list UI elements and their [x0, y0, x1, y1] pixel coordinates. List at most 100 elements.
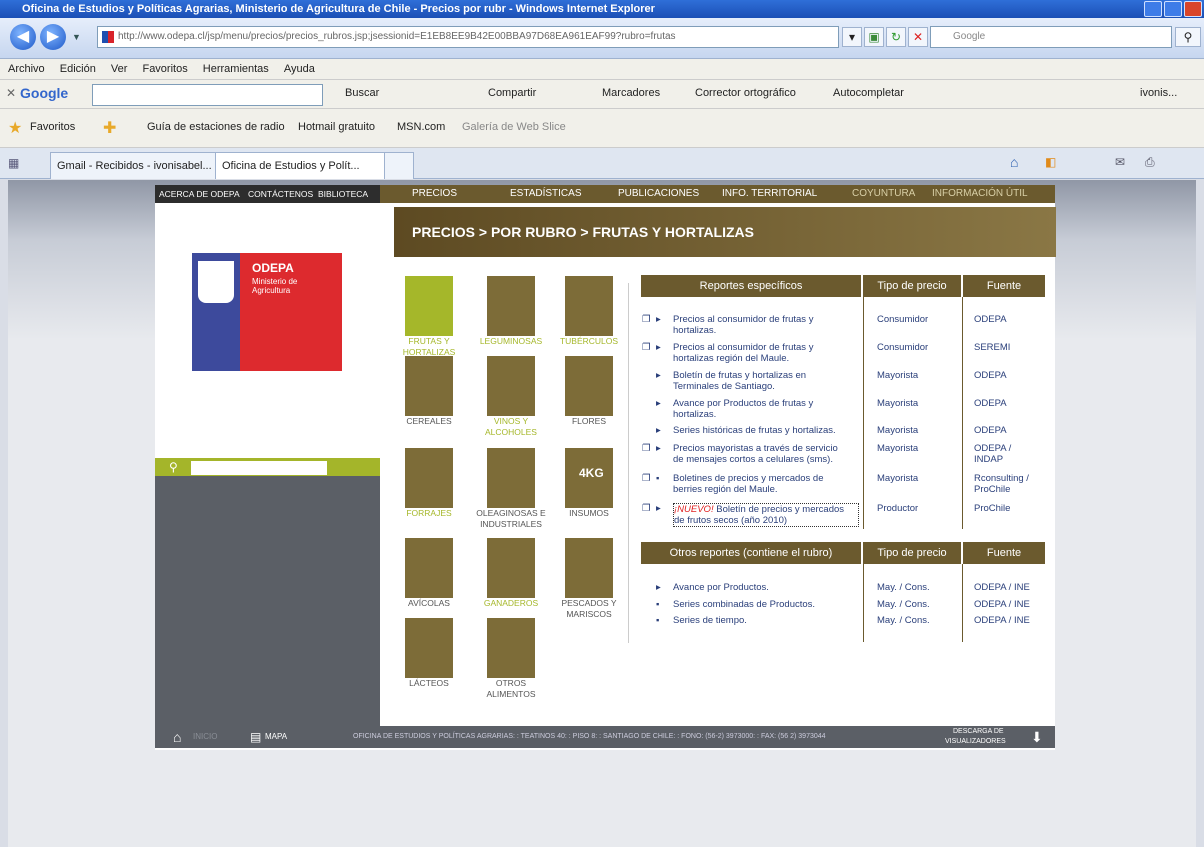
- table-vline: [962, 564, 963, 642]
- minimize-button[interactable]: [1144, 1, 1162, 17]
- bullet-arrow-icon: ▸: [656, 398, 661, 409]
- window-copy-icon[interactable]: ❐: [642, 503, 651, 514]
- specific-header-reports: Reportes específicos: [641, 275, 861, 297]
- window-copy-icon[interactable]: ❐: [642, 342, 651, 353]
- close-toolbar-icon[interactable]: ✕: [6, 86, 16, 100]
- cat-pescados[interactable]: PESCADOS Y MARISCOS: [548, 538, 630, 620]
- footer-inicio-link[interactable]: INICIO: [193, 726, 217, 748]
- google-user-button[interactable]: ivonis...: [1140, 87, 1177, 99]
- site-favicon: [102, 31, 114, 43]
- new-tab-button[interactable]: [384, 152, 414, 179]
- add-favorite-icon[interactable]: ✚: [103, 118, 116, 138]
- cat-forrajes[interactable]: FORRAJES: [388, 448, 470, 519]
- google-autocompletar-button[interactable]: Autocompletar: [833, 87, 904, 99]
- favorites-star-icon: ★: [8, 120, 23, 137]
- footer-mapa-link[interactable]: MAPA: [265, 726, 287, 748]
- window-copy-icon[interactable]: ❐: [642, 443, 651, 454]
- site-search-icon[interactable]: ⚲: [169, 458, 178, 476]
- window-copy-icon[interactable]: ❐: [642, 473, 651, 484]
- fav-radio[interactable]: Guía de estaciones de radio: [147, 121, 285, 133]
- cat-cereales[interactable]: CEREALES: [388, 356, 470, 427]
- cat-avicolas[interactable]: AVÍCOLAS: [388, 538, 470, 609]
- google-buscar-button[interactable]: Buscar: [345, 87, 379, 99]
- logo-gob: Gobierno de Chile: [254, 387, 332, 397]
- favorites-bar: ★ Favoritos ✚ Guía de estaciones de radi…: [0, 109, 1204, 148]
- search-icon[interactable]: ⚲: [1175, 27, 1201, 47]
- compatibility-icon[interactable]: ▣: [864, 27, 884, 47]
- google-corrector-button[interactable]: Corrector ortográfico: [695, 87, 796, 99]
- fav-webslice[interactable]: Galería de Web Slice: [462, 121, 566, 133]
- cat-flores[interactable]: FLORES: [548, 356, 630, 427]
- feeds-icon[interactable]: ◧: [1045, 155, 1056, 169]
- nav-coyuntura[interactable]: COYUNTURA: [852, 185, 915, 203]
- fav-hotmail[interactable]: Hotmail gratuito: [298, 121, 375, 133]
- close-window-button[interactable]: [1184, 1, 1202, 17]
- cat-lacteos[interactable]: LÁCTEOS: [388, 618, 470, 689]
- cat-oleaginosas[interactable]: OLEAGINOSAS E INDUSTRIALES: [470, 448, 552, 530]
- mail-icon[interactable]: ✉: [1115, 155, 1125, 169]
- maximize-button[interactable]: [1164, 1, 1182, 17]
- wheat-icon: [405, 356, 453, 416]
- nav-contactenos[interactable]: CONTÁCTENOS: [248, 185, 313, 203]
- menu-favoritos[interactable]: Favoritos: [142, 63, 187, 75]
- back-button[interactable]: ◀: [10, 24, 36, 50]
- refresh-icon[interactable]: ↻: [886, 27, 906, 47]
- cat-ganaderos[interactable]: GANADEROS: [470, 538, 552, 609]
- tab-gmail[interactable]: Gmail - Recibidos - ivonisabel...: [50, 152, 218, 179]
- chicken-icon: [405, 538, 453, 598]
- fav-msn[interactable]: MSN.com: [397, 121, 445, 133]
- cat-frutas[interactable]: FRUTAS Y HORTALIZAS: [388, 276, 470, 358]
- odepa-logo[interactable]: ODEPA Ministerio de Agricultura Gobierno…: [192, 253, 342, 403]
- google-search-input[interactable]: [92, 84, 323, 106]
- address-input[interactable]: http://www.odepa.cl/jsp/menu/precios/pre…: [97, 26, 839, 48]
- bullet-square-icon: ▪: [656, 473, 660, 484]
- print-icon[interactable]: ⎙: [1145, 155, 1155, 170]
- site-search-input[interactable]: [191, 461, 327, 475]
- search-input[interactable]: Google: [930, 26, 1172, 48]
- nav-info-territorial[interactable]: INFO. TERRITORIAL: [722, 185, 817, 203]
- cat-otros[interactable]: OTROS ALIMENTOS: [470, 618, 552, 700]
- address-dropdown-icon[interactable]: ▾: [842, 27, 862, 47]
- history-dropdown-icon[interactable]: ▼: [72, 32, 81, 42]
- nav-biblioteca[interactable]: BIBLIOTECA: [318, 185, 368, 203]
- nav-acerca[interactable]: ACERCA DE ODEPA: [159, 185, 240, 203]
- menu-edicion[interactable]: Edición: [60, 63, 96, 75]
- hay-bale-icon: [405, 448, 453, 508]
- address-toolbar: ◀ ▶ ▼ http://www.odepa.cl/jsp/menu/preci…: [0, 18, 1204, 59]
- cat-tuberculos[interactable]: TUBÉRCULOS: [548, 276, 630, 347]
- download-arrow-icon[interactable]: ⬇: [1031, 726, 1043, 748]
- menu-bar: Archivo Edición Ver Favoritos Herramient…: [0, 59, 1204, 80]
- home-footer-icon[interactable]: ⌂: [173, 726, 181, 748]
- sitemap-icon[interactable]: ▤: [250, 726, 261, 748]
- breadcrumb: PRECIOS > POR RUBRO > FRUTAS Y HORTALIZA…: [412, 224, 755, 240]
- nav-informacion-util[interactable]: INFORMACIÓN ÚTIL: [932, 185, 1028, 203]
- cat-vinos[interactable]: VINOS Y ALCOHOLES: [470, 356, 552, 438]
- specific-header-tipo: Tipo de precio: [863, 275, 961, 297]
- nav-precios[interactable]: PRECIOS: [412, 185, 457, 203]
- stop-icon[interactable]: ✕: [908, 27, 928, 47]
- nav-estadisticas[interactable]: ESTADÍSTICAS: [510, 185, 582, 203]
- logo-name: ODEPA: [252, 261, 294, 275]
- cat-leguminosas[interactable]: LEGUMINOSAS: [470, 276, 552, 347]
- tab-odepa[interactable]: Oficina de Estudios y Polít...: [215, 152, 388, 179]
- menu-herramientas[interactable]: Herramientas: [203, 63, 269, 75]
- bean-pod-icon: [487, 276, 535, 336]
- menu-ver[interactable]: Ver: [111, 63, 128, 75]
- other-header-fuente: Fuente: [963, 542, 1045, 564]
- cheese-icon: [405, 618, 453, 678]
- forward-button[interactable]: ▶: [40, 24, 66, 50]
- google-marcadores-button[interactable]: Marcadores: [602, 87, 660, 99]
- menu-ayuda[interactable]: Ayuda: [284, 63, 315, 75]
- google-compartir-button[interactable]: Compartir: [488, 87, 536, 99]
- nav-publicaciones[interactable]: PUBLICACIONES: [618, 185, 699, 203]
- home-icon[interactable]: ⌂: [1010, 154, 1018, 170]
- carrot-icon: [405, 276, 453, 336]
- tab-bar: ▦ Gmail - Recibidos - ivonisabel... Ofic…: [0, 148, 1204, 179]
- quick-tabs-icon[interactable]: ▦: [8, 156, 19, 170]
- bullet-arrow-icon: ▸: [656, 582, 661, 593]
- window-copy-icon[interactable]: ❐: [642, 314, 651, 325]
- menu-archivo[interactable]: Archivo: [8, 63, 45, 75]
- cat-insumos[interactable]: 4KG INSUMOS: [548, 448, 630, 519]
- jar-icon: [487, 618, 535, 678]
- favorites-button[interactable]: Favoritos: [30, 121, 75, 133]
